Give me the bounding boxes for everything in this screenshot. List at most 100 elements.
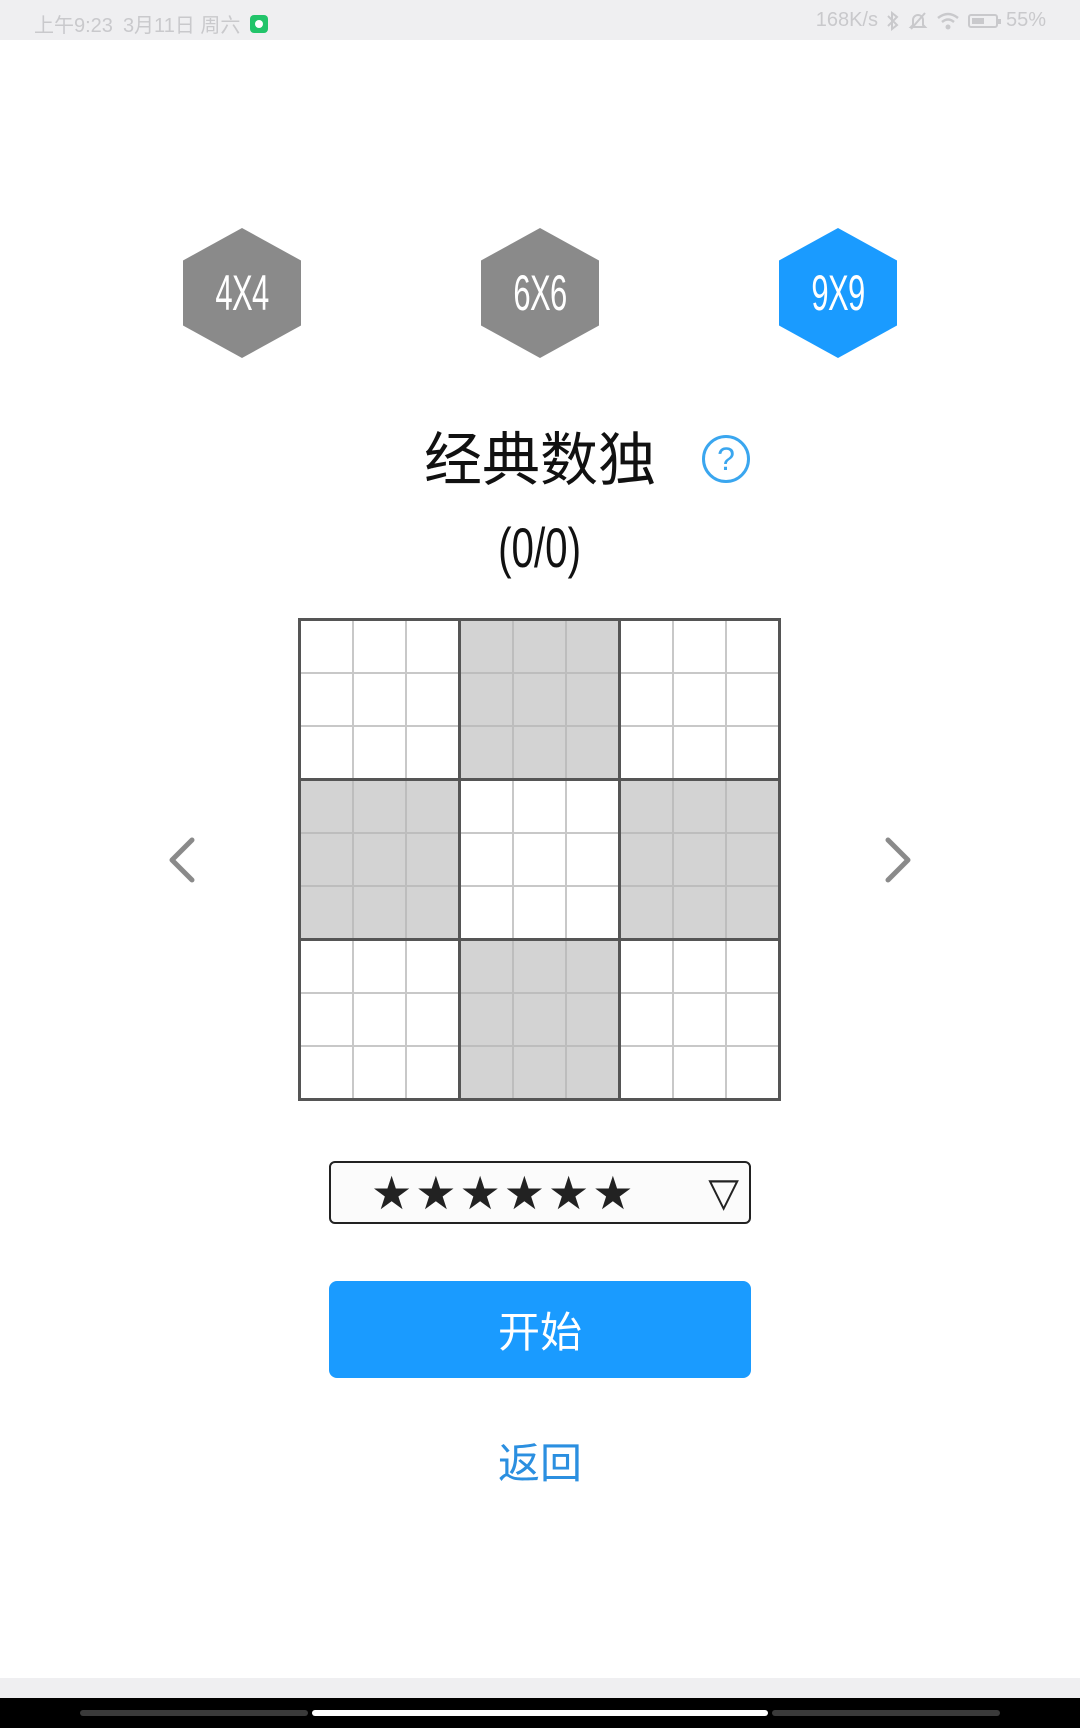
- board-cell: [674, 621, 725, 672]
- board-cell: [727, 941, 778, 992]
- board-cell: [727, 994, 778, 1045]
- board-cell: [621, 621, 672, 672]
- board-cell: [354, 941, 405, 992]
- board-cell: [514, 834, 565, 885]
- board-cell: [727, 674, 778, 725]
- board-cell: [727, 834, 778, 885]
- board-cell: [461, 621, 512, 672]
- board-cell: [407, 727, 458, 778]
- help-button[interactable]: ?: [702, 435, 750, 483]
- screen: 上午9:23 3月11日 周六 168K/s 55% 4X4 6X6 9X9 经…: [0, 0, 1080, 1728]
- board-cell: [354, 781, 405, 832]
- status-right: 168K/s 55%: [816, 9, 1046, 32]
- board-cell: [514, 1047, 565, 1098]
- board-cell: [301, 941, 352, 992]
- board-cell: [567, 994, 618, 1045]
- board-cell: [301, 727, 352, 778]
- start-button[interactable]: 开始: [329, 1281, 751, 1378]
- board-cell: [621, 1047, 672, 1098]
- chevron-left-icon: [169, 837, 195, 883]
- board-cell: [354, 621, 405, 672]
- board-cell: [674, 834, 725, 885]
- navigation-bar: [0, 1698, 1080, 1728]
- board-cell: [621, 941, 672, 992]
- app-notification-icon: [250, 14, 269, 33]
- board-cell: [301, 1047, 352, 1098]
- battery-icon: [967, 13, 1001, 28]
- size-4x4-label: 4X4: [215, 265, 269, 321]
- board-cell: [674, 1047, 725, 1098]
- board-box: [461, 781, 618, 938]
- status-left: 上午9:23 3月11日 周六: [34, 9, 269, 38]
- board-cell: [674, 887, 725, 938]
- board-cell: [354, 1047, 405, 1098]
- status-date: 3月11日 周六: [122, 15, 241, 37]
- board-cell: [567, 781, 618, 832]
- status-time: 上午9:23: [34, 15, 113, 37]
- board-cell: [354, 727, 405, 778]
- board-cell: [407, 621, 458, 672]
- board-cell: [727, 887, 778, 938]
- board-box: [621, 941, 778, 1098]
- size-6x6-button[interactable]: 6X6: [481, 228, 599, 358]
- board-cell: [407, 834, 458, 885]
- bottom-strip: [0, 1678, 1080, 1698]
- board-cell: [567, 834, 618, 885]
- board-cell: [674, 994, 725, 1045]
- sudoku-board-preview: [298, 618, 781, 1101]
- board-cell: [674, 941, 725, 992]
- gesture-indicator-left: [80, 1710, 308, 1716]
- board-cell: [567, 621, 618, 672]
- board-cell: [461, 834, 512, 885]
- size-4x4-button[interactable]: 4X4: [183, 228, 301, 358]
- board-cell: [514, 781, 565, 832]
- board-cell: [407, 941, 458, 992]
- board-cell: [301, 621, 352, 672]
- back-link[interactable]: 返回: [498, 1439, 582, 1488]
- board-cell: [407, 781, 458, 832]
- board-cell: [301, 781, 352, 832]
- board-cell: [674, 674, 725, 725]
- board-cell: [461, 674, 512, 725]
- board-cell: [354, 674, 405, 725]
- status-bar: 上午9:23 3月11日 周六 168K/s 55%: [0, 0, 1080, 40]
- board-box: [621, 781, 778, 938]
- board-box: [301, 781, 458, 938]
- start-button-label: 开始: [497, 1308, 582, 1357]
- board-cell: [354, 994, 405, 1045]
- previous-mode-arrow[interactable]: [152, 830, 212, 890]
- difficulty-dropdown[interactable]: ★★★★★★ ▽: [329, 1161, 751, 1224]
- chevron-right-icon: [885, 837, 911, 883]
- board-cell: [407, 994, 458, 1045]
- next-mode-arrow[interactable]: [868, 830, 928, 890]
- board-cell: [461, 781, 512, 832]
- size-6x6-label: 6X6: [513, 265, 567, 321]
- board-box: [461, 621, 618, 778]
- board-cell: [674, 727, 725, 778]
- board-cell: [354, 887, 405, 938]
- board-box: [301, 941, 458, 1098]
- board-cell: [727, 1047, 778, 1098]
- board-cell: [461, 941, 512, 992]
- battery-percent: 55%: [1005, 9, 1046, 31]
- board-cell: [621, 887, 672, 938]
- board-box: [301, 621, 458, 778]
- board-cell: [514, 994, 565, 1045]
- board-cell: [301, 674, 352, 725]
- board-cell: [461, 727, 512, 778]
- gesture-indicator-right: [772, 1710, 1000, 1716]
- difficulty-stars: ★★★★★★: [371, 1166, 637, 1220]
- wifi-icon: [936, 12, 960, 30]
- board-cell: [461, 994, 512, 1045]
- board-cell: [461, 1047, 512, 1098]
- board-cell: [354, 834, 405, 885]
- board-cell: [621, 727, 672, 778]
- dropdown-caret-icon: ▽: [708, 1170, 739, 1216]
- board-cell: [514, 941, 565, 992]
- progress-text: (0/0): [498, 516, 582, 579]
- home-gesture-bar[interactable]: [312, 1710, 768, 1716]
- board-box: [461, 941, 618, 1098]
- back-link-row: 返回: [0, 1430, 1080, 1491]
- size-9x9-button[interactable]: 9X9: [779, 228, 897, 358]
- board-cell: [621, 781, 672, 832]
